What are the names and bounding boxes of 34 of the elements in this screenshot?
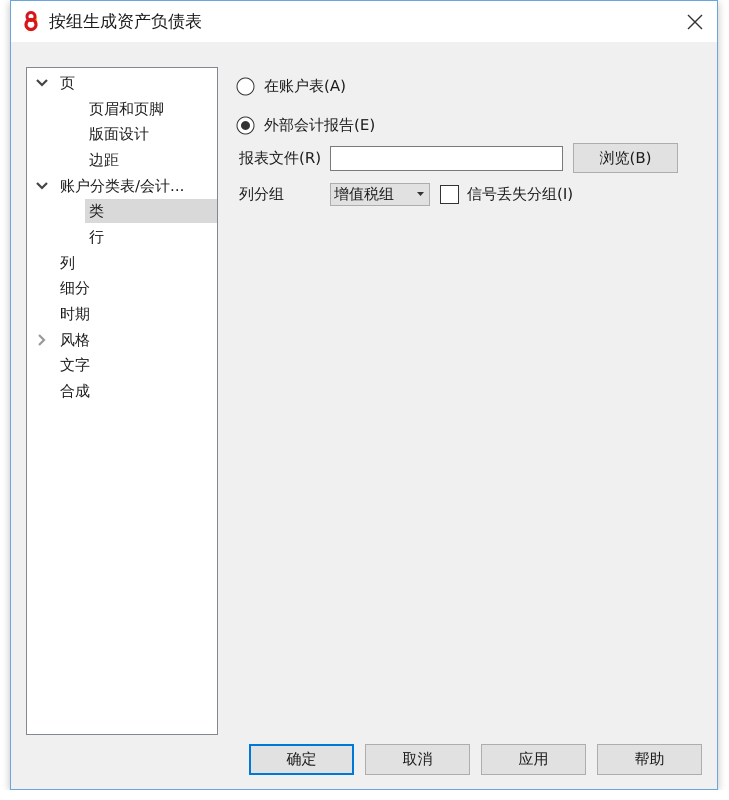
- radio-button[interactable]: [236, 76, 255, 96]
- tree-item[interactable]: 边距: [85, 148, 123, 172]
- tree-item[interactable]: 合成: [56, 379, 94, 404]
- tree-item[interactable]: 风格: [56, 328, 94, 352]
- dialog-button[interactable]: 确定: [249, 744, 354, 775]
- chevron-right-icon[interactable]: [36, 334, 48, 346]
- tree-item[interactable]: 行: [85, 224, 108, 249]
- tree-item[interactable]: 时期: [56, 302, 94, 326]
- checkbox[interactable]: [440, 184, 459, 204]
- tree-item[interactable]: 列: [56, 250, 79, 275]
- field-label: 报表文件(R): [238, 148, 322, 168]
- chevron-down-icon[interactable]: [36, 180, 48, 192]
- file-path-field[interactable]: [330, 146, 563, 170]
- dropdown-arrow-icon: [417, 192, 424, 196]
- group-dropdown[interactable]: 增值税组: [330, 182, 430, 206]
- radio-label: 外部会计报告(E): [264, 116, 376, 134]
- tree-item[interactable]: 页眉和页脚: [85, 96, 168, 121]
- tree-item[interactable]: 页: [56, 70, 79, 95]
- window-title: 按组生成资产负债表: [49, 11, 202, 33]
- tree-item[interactable]: 类: [85, 199, 217, 224]
- checkbox-label: 信号丢失分组(I): [467, 184, 574, 204]
- tree-item[interactable]: 细分: [56, 276, 94, 300]
- close-icon[interactable]: [687, 14, 703, 30]
- radio-label: 在账户表(A): [264, 76, 346, 96]
- chevron-down-icon[interactable]: [36, 77, 48, 89]
- dialog-button[interactable]: 帮助: [597, 744, 702, 775]
- tree-item[interactable]: 文字: [56, 353, 94, 378]
- dialog-button[interactable]: 取消: [365, 744, 470, 775]
- browse-button[interactable]: 浏览(B): [573, 143, 678, 173]
- dialog-button[interactable]: 应用: [481, 744, 586, 775]
- radio-button[interactable]: [236, 116, 255, 134]
- field-label: 列分组: [238, 184, 285, 204]
- tree-item[interactable]: 版面设计: [85, 122, 153, 146]
- tree-item[interactable]: 账户分类表/会计...: [56, 174, 188, 198]
